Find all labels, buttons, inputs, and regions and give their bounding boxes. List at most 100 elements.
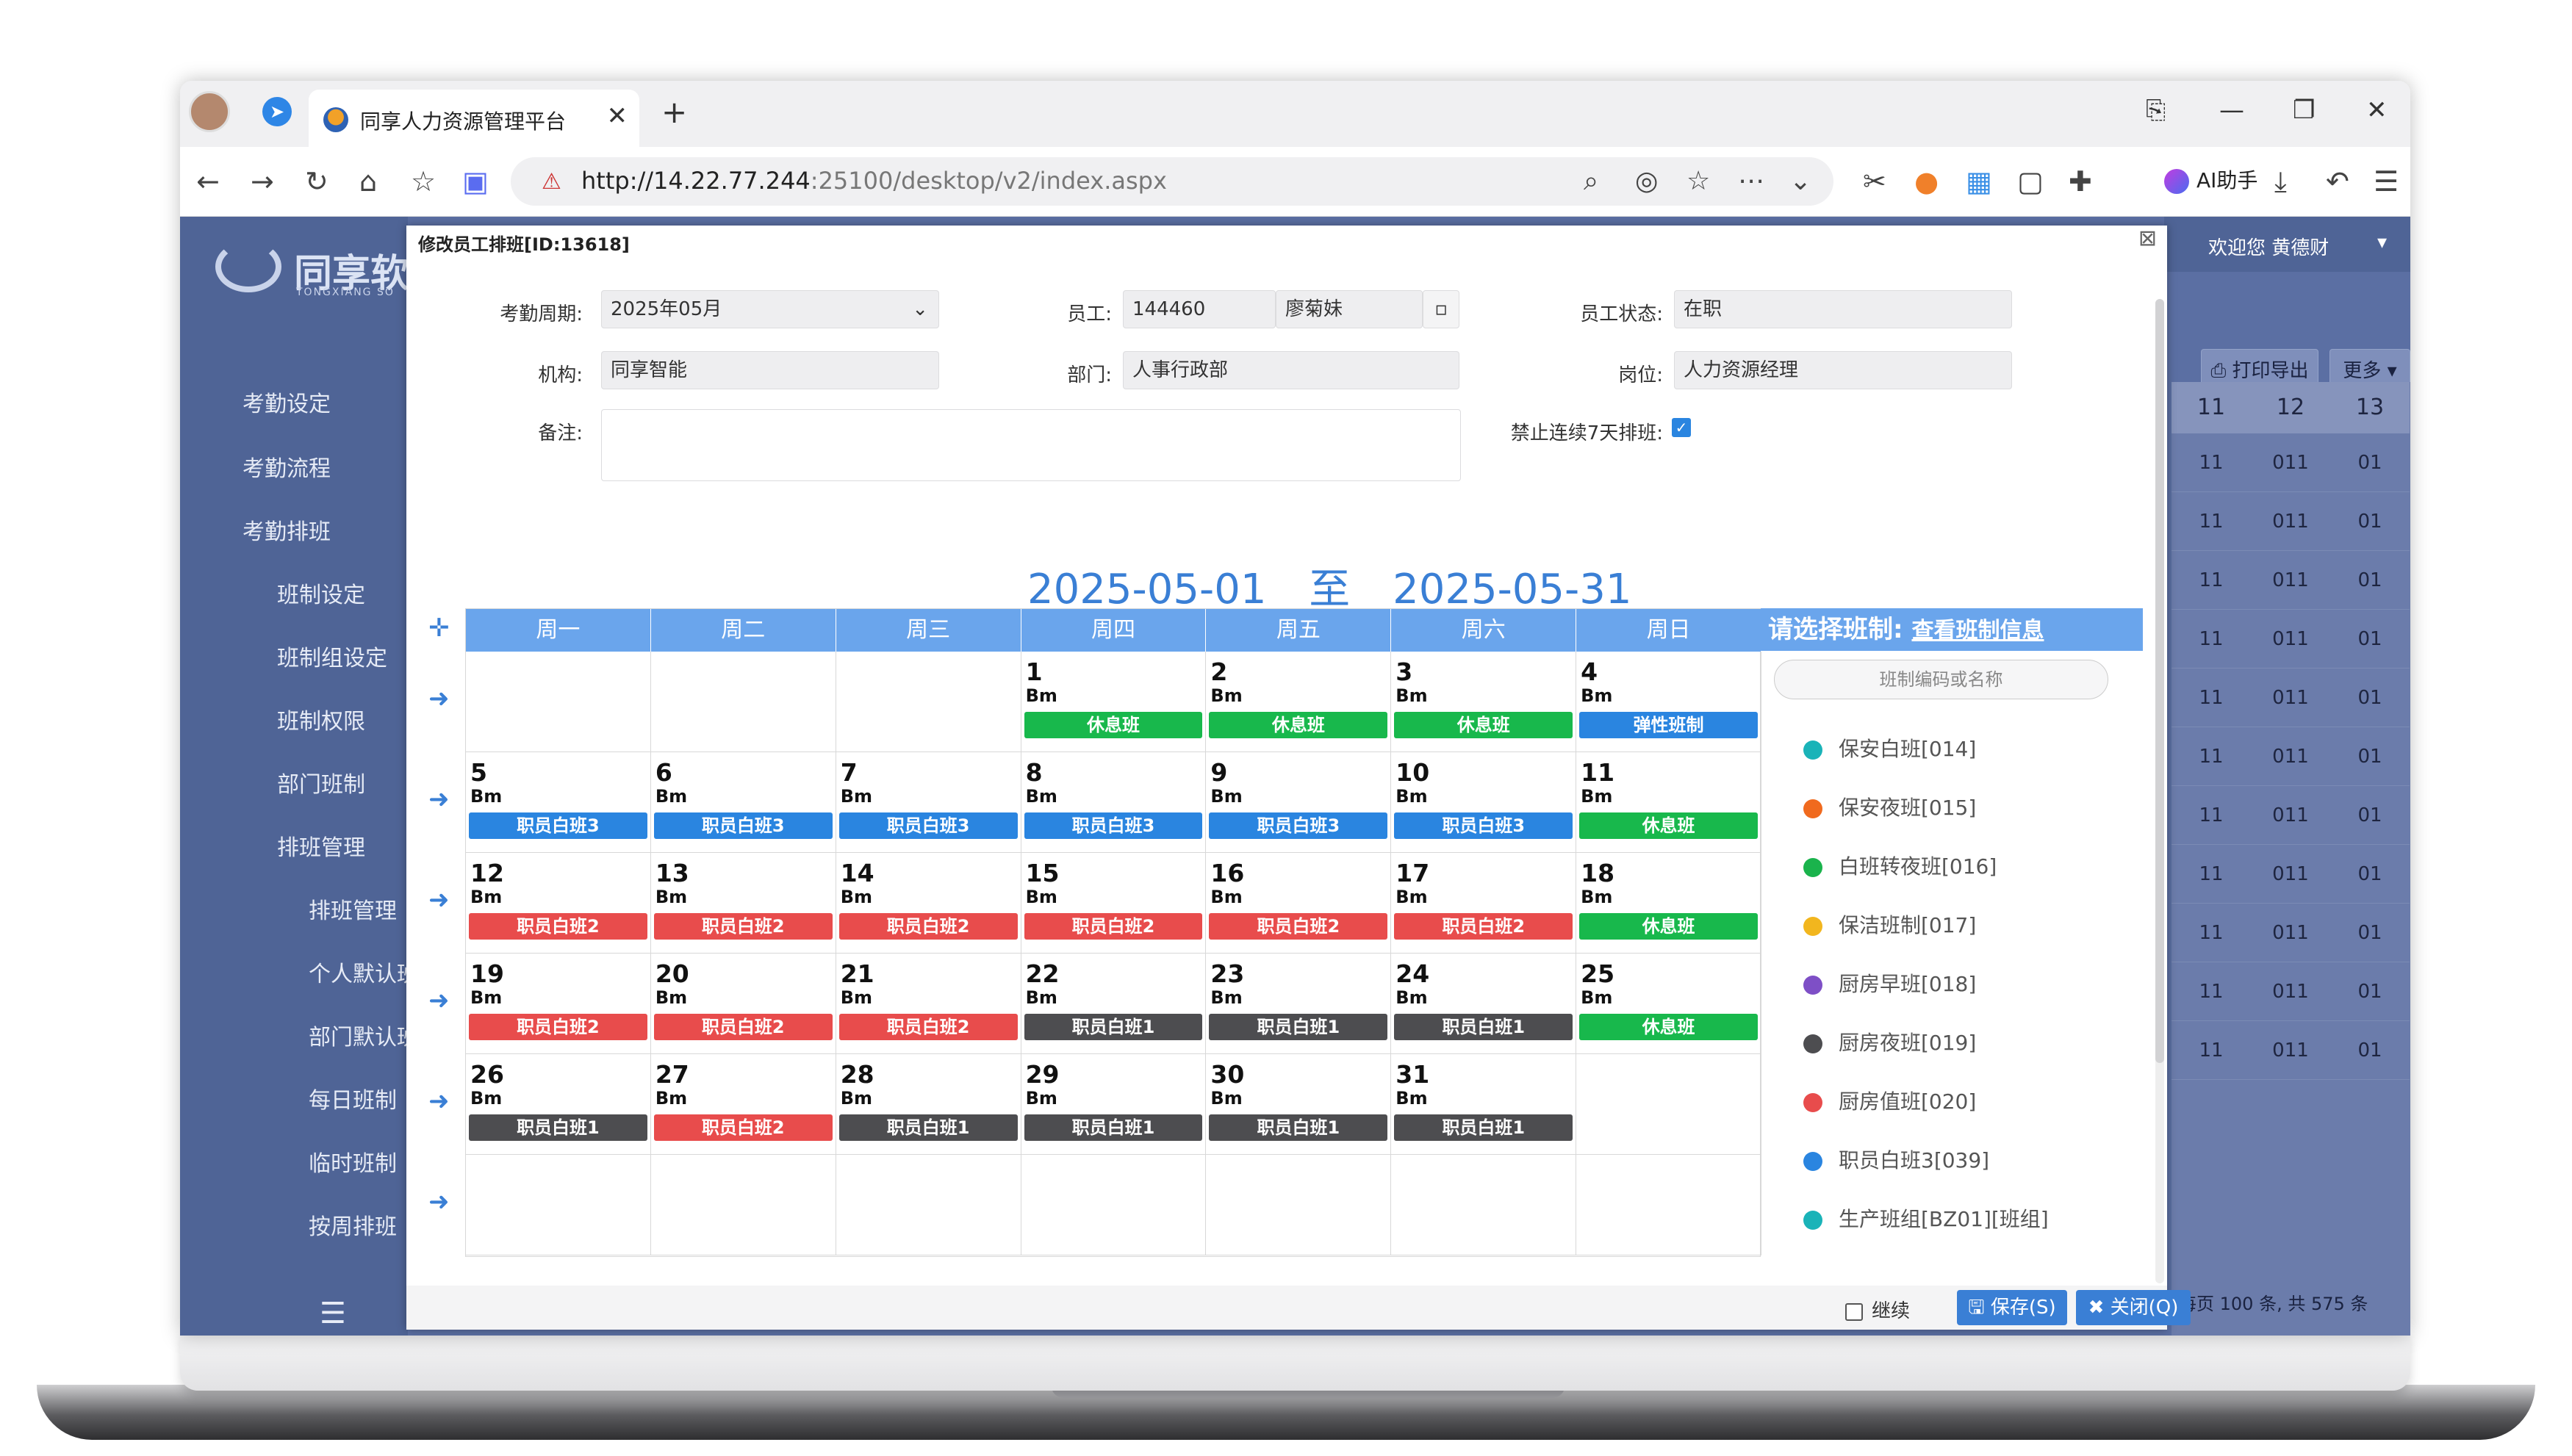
- shift-chip[interactable]: 职员白班2: [653, 1014, 833, 1040]
- sidebar-item-weekly-schedule[interactable]: 按周排班: [309, 1208, 397, 1241]
- calendar-cell[interactable]: 21 Bm 职员白班2: [836, 954, 1021, 1054]
- zoom-icon[interactable]: ⌕: [1584, 166, 1598, 197]
- shift-chip[interactable]: 职员白班3: [653, 812, 833, 839]
- calendar-cell[interactable]: 19 Bm 职员白班2: [466, 954, 651, 1054]
- calendar-cell[interactable]: [466, 652, 651, 752]
- shift-option[interactable]: 厨房值班[020]: [1803, 1086, 1976, 1115]
- calendar-cell[interactable]: [836, 652, 1021, 752]
- shift-chip[interactable]: 职员白班1: [1024, 1114, 1203, 1141]
- save-button[interactable]: 🖫 保存(S): [1957, 1290, 2067, 1325]
- calendar-cell[interactable]: 31 Bm 职员白班1: [1391, 1054, 1577, 1155]
- browser-tab[interactable]: 同享人力资源管理平台 ✕: [309, 90, 639, 147]
- calendar-cell[interactable]: 14 Bm 职员白班2: [836, 853, 1021, 954]
- calendar-cell[interactable]: 26 Bm 职员白班1: [466, 1054, 651, 1155]
- shift-chip[interactable]: 职员白班1: [838, 1114, 1018, 1141]
- close-button[interactable]: ✖ 关闭(Q): [2076, 1290, 2191, 1325]
- shift-chip[interactable]: 职员白班2: [838, 1014, 1018, 1040]
- shift-chip[interactable]: 弹性班制: [1579, 712, 1758, 738]
- ai-icon[interactable]: ▣: [462, 165, 489, 198]
- welcome-text[interactable]: 欢迎您 黄德财: [2208, 233, 2329, 260]
- sidebar-item-attendance-scheduling[interactable]: 考勤排班: [243, 513, 331, 546]
- dropdown-icon[interactable]: ⌄: [1789, 166, 1811, 196]
- shift-chip[interactable]: 职员白班2: [838, 913, 1018, 940]
- sidebar-item-personal-default[interactable]: 个人默认班: [309, 956, 419, 988]
- row-apply-arrow-icon[interactable]: ➜: [428, 1086, 450, 1116]
- calendar-cell[interactable]: 24 Bm 职员白班1: [1391, 954, 1577, 1054]
- shift-option[interactable]: 生产班组[BZ01][班组]: [1803, 1203, 2049, 1233]
- employee-id-field[interactable]: 144460: [1123, 290, 1276, 328]
- profile-avatar[interactable]: [189, 91, 230, 132]
- dialog-scrollbar[interactable]: [2155, 299, 2164, 1283]
- calendar-cell[interactable]: 22 Bm 职员白班1: [1021, 954, 1207, 1054]
- shift-chip[interactable]: 职员白班2: [1024, 913, 1203, 940]
- ai-assistant-button[interactable]: AI助手: [2164, 165, 2257, 194]
- extensions-icon[interactable]: ✚: [2069, 165, 2092, 198]
- calendar-cell[interactable]: [836, 1155, 1021, 1255]
- table-header[interactable]: 13: [2330, 382, 2410, 433]
- shift-chip[interactable]: 休息班: [1024, 712, 1203, 738]
- shift-chip[interactable]: 职员白班3: [1024, 812, 1203, 839]
- row-apply-arrow-icon[interactable]: ➜: [428, 684, 450, 713]
- continue-checkbox[interactable]: 继续: [1845, 1296, 1910, 1323]
- calendar-cell[interactable]: [1576, 1054, 1761, 1155]
- chevron-down-icon[interactable]: ▾: [2377, 231, 2387, 253]
- calendar-cell[interactable]: 27 Bm 职员白班2: [650, 1054, 836, 1155]
- reader-icon[interactable]: ▢: [2017, 165, 2044, 198]
- shift-chip[interactable]: 休息班: [1579, 913, 1758, 940]
- new-tab-icon[interactable]: +: [661, 94, 687, 130]
- shift-chip[interactable]: 职员白班2: [1209, 913, 1388, 940]
- move-all-icon[interactable]: ✛: [428, 613, 450, 643]
- shift-chip[interactable]: 职员白班1: [1209, 1114, 1388, 1141]
- sidebar-item-shift-permission[interactable]: 班制权限: [277, 703, 365, 735]
- calendar-cell[interactable]: 20 Bm 职员白班2: [650, 954, 836, 1054]
- calendar-cell[interactable]: 17 Bm 职员白班2: [1391, 853, 1577, 954]
- calendar-cell[interactable]: [1206, 1155, 1392, 1255]
- calendar-cell[interactable]: 25 Bm 休息班: [1576, 954, 1761, 1054]
- calendar-cell[interactable]: 6 Bm 职员白班3: [650, 752, 836, 853]
- sidebar-item-attendance-settings[interactable]: 考勤设定: [243, 386, 331, 418]
- gift-icon[interactable]: ⎘: [2146, 95, 2166, 125]
- calendar-cell[interactable]: [1391, 1155, 1577, 1255]
- calendar-cell[interactable]: 5 Bm 职员白班3: [466, 752, 651, 853]
- no7-checkbox[interactable]: ✓: [1672, 418, 1691, 437]
- shift-chip[interactable]: 职员白班3: [1209, 812, 1388, 839]
- shift-chip[interactable]: 职员白班2: [653, 913, 833, 940]
- shift-chip[interactable]: 职员白班2: [653, 1114, 833, 1141]
- calendar-cell[interactable]: 15 Bm 职员白班2: [1021, 853, 1207, 954]
- insecure-lock-icon[interactable]: ⚠: [542, 169, 561, 195]
- post-field[interactable]: 人力资源经理: [1674, 351, 2012, 389]
- shift-chip[interactable]: 职员白班3: [838, 812, 1018, 839]
- employee-picker-button[interactable]: ▫: [1423, 290, 1459, 328]
- sidebar-item-attendance-flow[interactable]: 考勤流程: [243, 450, 331, 483]
- shift-chip[interactable]: 职员白班2: [469, 913, 647, 940]
- sidebar-item-dept-shift[interactable]: 部门班制: [277, 766, 365, 799]
- more-icon[interactable]: ⋯: [1738, 166, 1764, 196]
- sidebar-item-dept-default[interactable]: 部门默认班: [309, 1019, 419, 1051]
- calendar-cell[interactable]: 16 Bm 职员白班2: [1206, 853, 1392, 954]
- shift-chip[interactable]: 职员白班1: [1024, 1014, 1203, 1040]
- calendar-cell[interactable]: 12 Bm 职员白班2: [466, 853, 651, 954]
- row-apply-arrow-icon[interactable]: ➜: [428, 1187, 450, 1217]
- minimize-icon[interactable]: —: [2219, 95, 2244, 125]
- shift-chip[interactable]: 休息班: [1579, 1014, 1758, 1040]
- undo-icon[interactable]: ↶: [2326, 165, 2349, 198]
- shift-option[interactable]: 保安白班[014]: [1803, 733, 1976, 763]
- calendar-cell[interactable]: 11 Bm 休息班: [1576, 752, 1761, 853]
- calendar-cell[interactable]: 9 Bm 职员白班3: [1206, 752, 1392, 853]
- shift-option[interactable]: 厨房夜班[019]: [1803, 1027, 1976, 1056]
- menu-icon[interactable]: ☰: [2374, 165, 2399, 198]
- dept-field[interactable]: 人事行政部: [1123, 351, 1459, 389]
- employee-name-field[interactable]: 廖菊妹: [1276, 290, 1423, 328]
- table-header[interactable]: 12: [2251, 382, 2330, 433]
- game-icon[interactable]: ●: [1914, 165, 1939, 198]
- shift-chip[interactable]: 职员白班3: [1394, 812, 1573, 839]
- shift-chip[interactable]: 职员白班2: [1394, 913, 1573, 940]
- calendar-cell[interactable]: [466, 1155, 651, 1255]
- row-apply-arrow-icon[interactable]: ➜: [428, 785, 450, 814]
- calendar-cell[interactable]: [650, 652, 836, 752]
- sidebar-item-temp-shift[interactable]: 临时班制: [309, 1145, 397, 1178]
- forward-icon[interactable]: →: [251, 165, 274, 198]
- shift-chip[interactable]: 职员白班1: [1209, 1014, 1388, 1040]
- calendar-cell[interactable]: 3 Bm 休息班: [1391, 652, 1577, 752]
- shift-chip[interactable]: 职员白班1: [469, 1114, 647, 1141]
